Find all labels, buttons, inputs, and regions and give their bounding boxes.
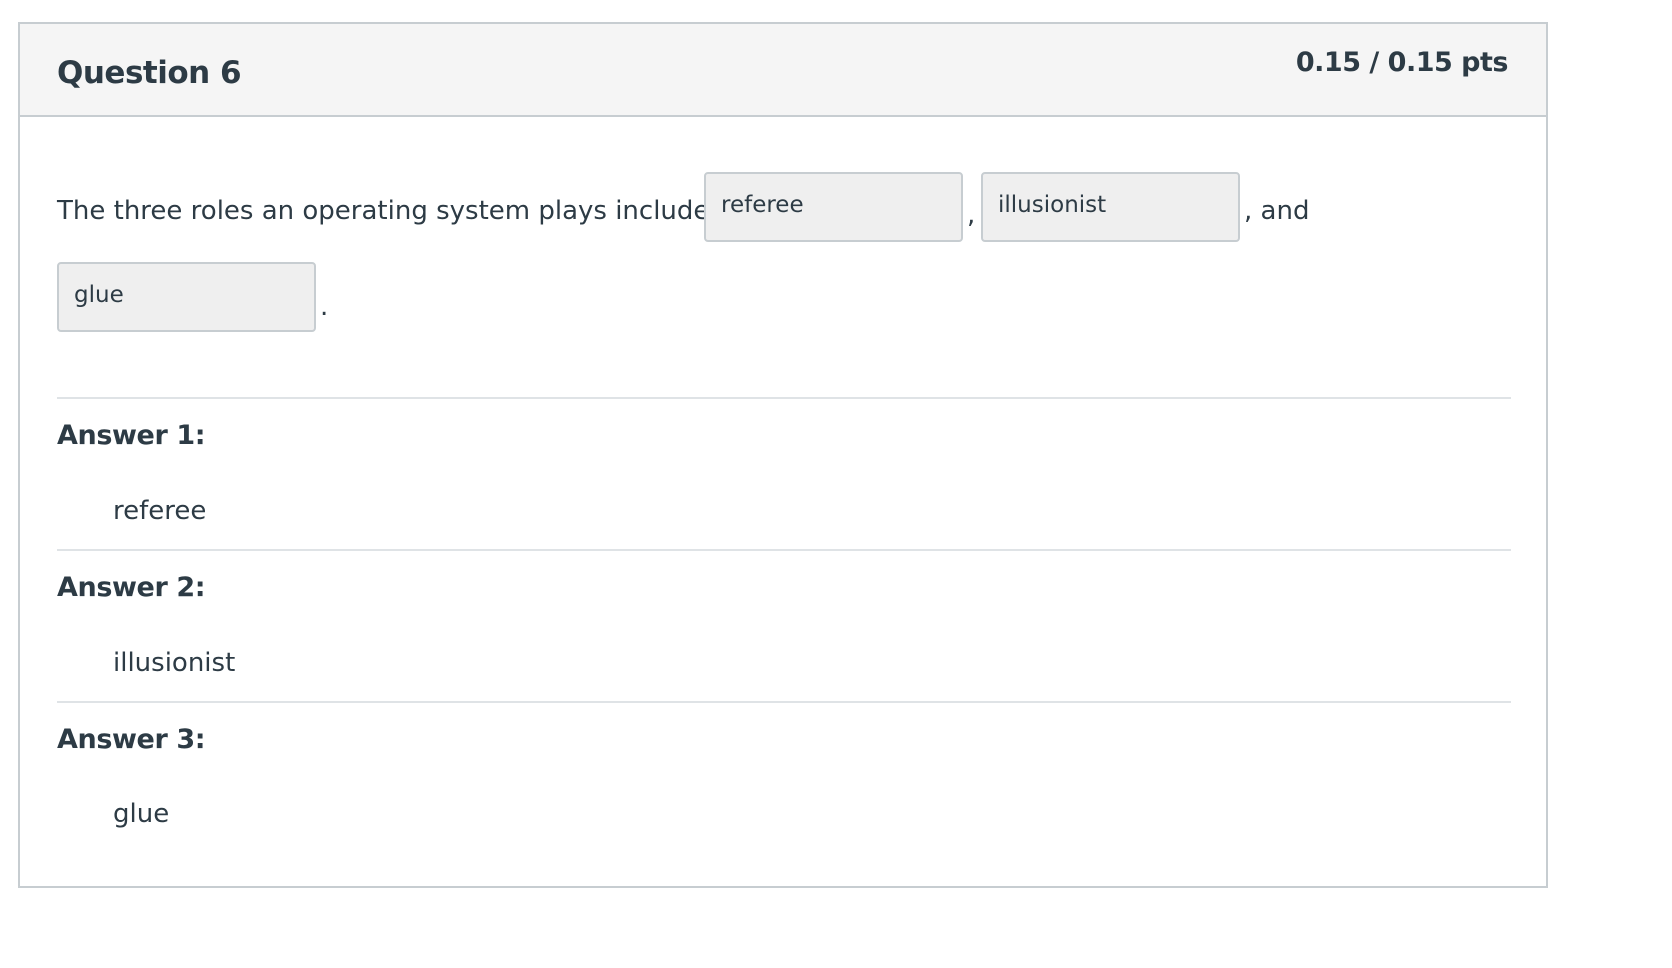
question-title: Question 6	[57, 55, 242, 91]
question-points: 0.15 / 0.15 pts	[1295, 47, 1509, 78]
separator-comma: ,	[967, 200, 976, 230]
answer-2-label: Answer 2:	[57, 572, 206, 603]
question-card: Question 6 0.15 / 0.15 pts The three rol…	[18, 22, 1548, 888]
question-header: Question 6 0.15 / 0.15 pts	[20, 24, 1546, 117]
question-text: The three roles an operating system play…	[57, 196, 710, 226]
answer-1-value: referee	[113, 496, 207, 526]
answer-1-label: Answer 1:	[57, 420, 206, 451]
blank-answer-3[interactable]: glue	[57, 262, 316, 332]
blank-answer-2[interactable]: illusionist	[981, 172, 1240, 242]
divider	[57, 397, 1511, 399]
divider	[57, 549, 1511, 551]
answer-3-label: Answer 3:	[57, 724, 206, 755]
answer-2-value: illusionist	[113, 648, 236, 678]
blank-answer-1[interactable]: referee	[704, 172, 963, 242]
sentence-period: .	[320, 292, 329, 322]
divider	[57, 701, 1511, 703]
separator-and: , and	[1244, 196, 1310, 226]
answer-3-value: glue	[113, 799, 170, 829]
